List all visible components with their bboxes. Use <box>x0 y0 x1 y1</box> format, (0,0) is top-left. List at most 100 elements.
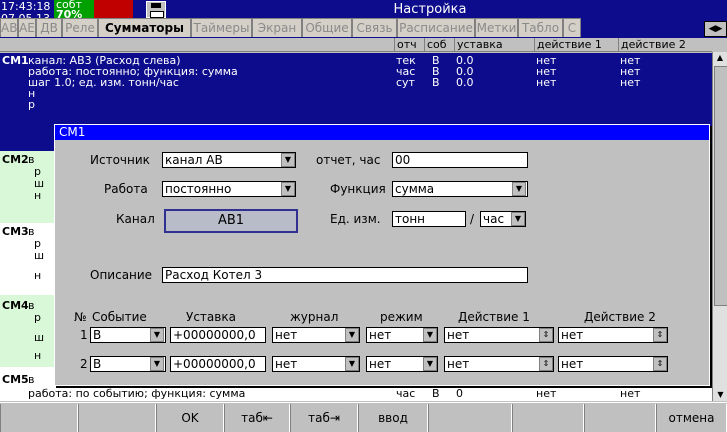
work-value: постоянно <box>165 182 232 196</box>
col-event: соб <box>424 38 454 52</box>
event-number: 1 <box>80 328 88 342</box>
ok-button[interactable]: OK <box>156 404 224 432</box>
spinner-icon[interactable]: ⇕ <box>539 328 553 342</box>
chevron-down-icon[interactable]: ▼ <box>345 357 359 371</box>
setpoint-input[interactable]: +00000000,0 <box>170 327 266 343</box>
channel-label: Канал <box>116 212 155 226</box>
tab-scroll-button[interactable]: ◀▶ <box>704 21 727 37</box>
tab-screen[interactable]: Экран <box>252 18 302 37</box>
fkey-empty[interactable] <box>584 404 656 432</box>
source-label: Источник <box>90 153 150 167</box>
scroll-thumb[interactable] <box>714 66 727 306</box>
row-id: CM2 <box>2 153 29 166</box>
spinner-icon[interactable]: ⇕ <box>653 357 667 371</box>
event-col-setpoint: Уставка <box>186 310 236 324</box>
row-line: р <box>34 165 41 178</box>
row-line: работа: по событию; функция: сумма <box>28 387 246 400</box>
fkey-empty[interactable] <box>78 404 156 432</box>
status-indicator: собт 70% <box>54 0 94 20</box>
setpoint-input[interactable]: +00000000,0 <box>170 356 266 372</box>
tab-forward-button[interactable]: таб⇥ <box>290 404 358 432</box>
action1-select[interactable]: нет <box>444 356 554 372</box>
fkey-empty[interactable] <box>0 404 78 432</box>
chevron-down-icon[interactable]: ▼ <box>423 357 437 371</box>
spinner-icon[interactable]: ⇕ <box>653 328 667 342</box>
action1-value: нет <box>447 357 470 371</box>
journal-value: нет <box>275 328 298 342</box>
alarm-indicator <box>94 0 133 19</box>
cell: нет <box>536 387 557 400</box>
event-col-num: № <box>74 310 87 324</box>
mode-value: нет <box>369 328 392 342</box>
unit-input[interactable]: тонн <box>392 211 466 227</box>
col-action2: действие 2 <box>618 38 712 52</box>
tab-general[interactable]: Общие <box>302 18 352 37</box>
tab-av[interactable]: АВ <box>0 18 18 37</box>
chevron-down-icon[interactable]: ▼ <box>150 357 164 371</box>
tab-link[interactable]: Связь <box>352 18 397 37</box>
chevron-down-icon[interactable]: ▼ <box>150 328 164 342</box>
report-hour-input[interactable]: 00 <box>392 152 528 168</box>
chevron-down-icon[interactable]: ▼ <box>512 182 526 196</box>
col-report: отч <box>394 38 424 52</box>
dialog-title: СМ1 <box>55 125 709 140</box>
enter-button[interactable]: ввод <box>358 404 428 432</box>
arrow-left-icon: ◀ <box>708 24 716 34</box>
work-label: Работа <box>104 182 148 196</box>
row-line: шаг 1.0; ед. изм. тонн/час <box>28 76 179 89</box>
scroll-up-icon[interactable]: ▲ <box>713 52 727 64</box>
scroll-down-icon[interactable]: ▼ <box>713 389 727 401</box>
tab-summatory[interactable]: Сумматоры <box>98 18 191 37</box>
action2-select[interactable]: нет <box>558 356 668 372</box>
tab-ae[interactable]: АЕ <box>18 18 36 37</box>
fkey-empty[interactable] <box>428 404 512 432</box>
tab-schedule[interactable]: Расписание <box>397 18 475 37</box>
tab-tablo[interactable]: Табло <box>518 18 563 37</box>
tab-marks[interactable]: Метки <box>475 18 518 37</box>
vertical-scrollbar[interactable]: ▲ ▼ <box>712 52 727 401</box>
row-id: CM3 <box>2 225 29 238</box>
col-action1: действие 1 <box>534 38 618 52</box>
action1-select[interactable]: нет <box>444 327 554 343</box>
spinner-icon[interactable]: ⇕ <box>539 357 553 371</box>
chevron-down-icon[interactable]: ▼ <box>345 328 359 342</box>
tab-back-button[interactable]: таб⇤ <box>224 404 290 432</box>
chevron-down-icon[interactable]: ▼ <box>281 153 295 167</box>
row-line: н <box>34 189 42 202</box>
summator-dialog <box>54 124 710 386</box>
cell: нет <box>620 76 641 89</box>
function-select[interactable]: сумма <box>392 181 528 197</box>
action2-select[interactable]: нет <box>558 327 668 343</box>
chevron-down-icon[interactable]: ▼ <box>423 328 437 342</box>
cancel-button[interactable]: отмена <box>656 404 727 432</box>
row-line: р <box>28 98 35 111</box>
event-value: В <box>93 357 102 371</box>
action2-value: нет <box>561 357 584 371</box>
row-line: ш <box>34 249 45 262</box>
event-col-action1: Действие 1 <box>458 310 530 324</box>
chevron-down-icon[interactable]: ▼ <box>281 182 295 196</box>
row-line: в <box>28 153 35 166</box>
cell: В <box>432 387 440 400</box>
unit-label: Ед. изм. <box>330 212 381 226</box>
tab-dv[interactable]: ДВ <box>36 18 62 37</box>
description-label: Описание <box>90 268 153 282</box>
fkey-empty[interactable] <box>512 404 584 432</box>
mode-value: нет <box>369 357 392 371</box>
description-input[interactable]: Расход Котел 3 <box>162 267 528 283</box>
cell: нет <box>536 76 557 89</box>
tab-timers[interactable]: Таймеры <box>191 18 252 37</box>
tab-rele[interactable]: Реле <box>62 18 98 37</box>
tab-more[interactable]: С <box>563 18 581 37</box>
per-value: час <box>483 212 505 226</box>
col-setpoint: уставка <box>454 38 534 52</box>
row-line: ш <box>34 177 45 190</box>
chevron-down-icon[interactable]: ▼ <box>511 212 525 226</box>
source-select[interactable]: канал АВ <box>162 152 296 168</box>
journal-value: нет <box>275 357 298 371</box>
row-id: CM5 <box>2 373 29 386</box>
action2-value: нет <box>561 328 584 342</box>
work-select[interactable]: постоянно <box>162 181 296 197</box>
save-icon[interactable] <box>146 1 166 18</box>
channel-button[interactable]: АВ1 <box>164 209 298 233</box>
